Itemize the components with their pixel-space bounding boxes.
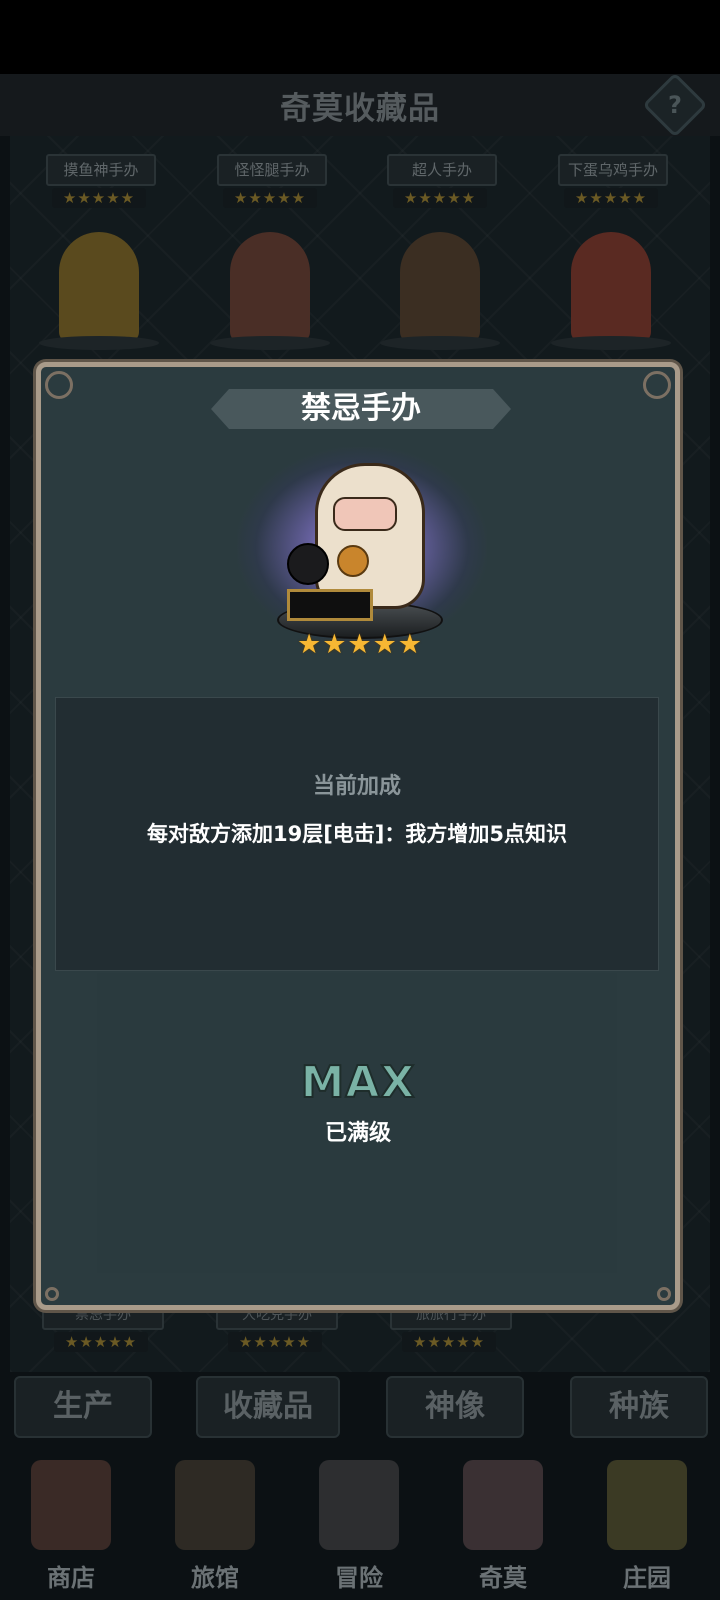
coin-icon (337, 545, 369, 577)
corner-ornament (643, 371, 671, 399)
corner-ornament (657, 1287, 671, 1301)
bomb-icon (287, 543, 329, 585)
figurine-nameplate (287, 589, 373, 621)
bonus-description: 每对敌方添加19层[电击]：我方增加5点知识 (146, 822, 568, 846)
figurine-face (333, 497, 397, 531)
star-rating: ★★★★★ (296, 629, 424, 660)
dialog-title: 禁忌手办 (301, 391, 421, 426)
max-level-badge: MAX (300, 1056, 416, 1109)
corner-ornament (45, 371, 73, 399)
forbidden-figurine-image (315, 463, 425, 609)
collectible-detail-dialog: 禁忌手办 ★★★★★ 当前加成 每对敌方添加19层[电击]：我方增加5点知识 M… (36, 362, 680, 1310)
bonus-label: 当前加成 (312, 774, 401, 799)
max-level-text: 已满级 (324, 1121, 391, 1146)
bonus-panel: 当前加成 每对敌方添加19层[电击]：我方增加5点知识 (55, 697, 659, 971)
corner-ornament (45, 1287, 59, 1301)
